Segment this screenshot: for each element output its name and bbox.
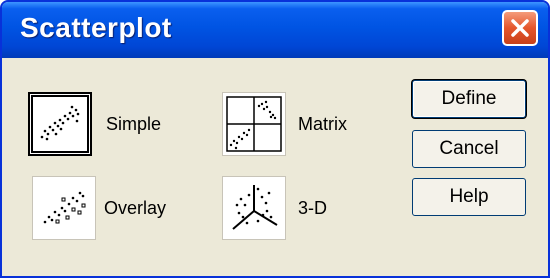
option-matrix-label: Matrix (298, 114, 347, 134)
scatterplot-dialog: Scatterplot Simple Matrix Overlay 3-D De… (0, 0, 550, 278)
close-button[interactable] (502, 10, 538, 46)
dialog-body: Simple Matrix Overlay 3-D Define Cancel … (2, 58, 548, 276)
window-title: Scatterplot (20, 12, 172, 43)
option-matrix[interactable]: Matrix (222, 92, 382, 158)
option-simple[interactable]: Simple (28, 92, 188, 158)
cancel-button[interactable]: Cancel (412, 130, 526, 168)
overlay-scatter-icon[interactable] (32, 176, 96, 240)
close-icon (511, 19, 529, 37)
option-overlay-label: Overlay (104, 198, 167, 218)
title-bar[interactable]: Scatterplot (2, 2, 548, 58)
simple-scatter-icon[interactable] (28, 92, 92, 156)
option-overlay[interactable]: Overlay (32, 176, 192, 242)
help-button[interactable]: Help (412, 178, 526, 216)
3d-scatter-icon[interactable] (222, 176, 286, 240)
matrix-scatter-icon[interactable] (222, 92, 286, 156)
option-simple-label: Simple (106, 114, 162, 134)
option-3d-label: 3-D (298, 198, 328, 218)
define-button[interactable]: Define (412, 80, 526, 118)
option-3d[interactable]: 3-D (222, 176, 382, 242)
